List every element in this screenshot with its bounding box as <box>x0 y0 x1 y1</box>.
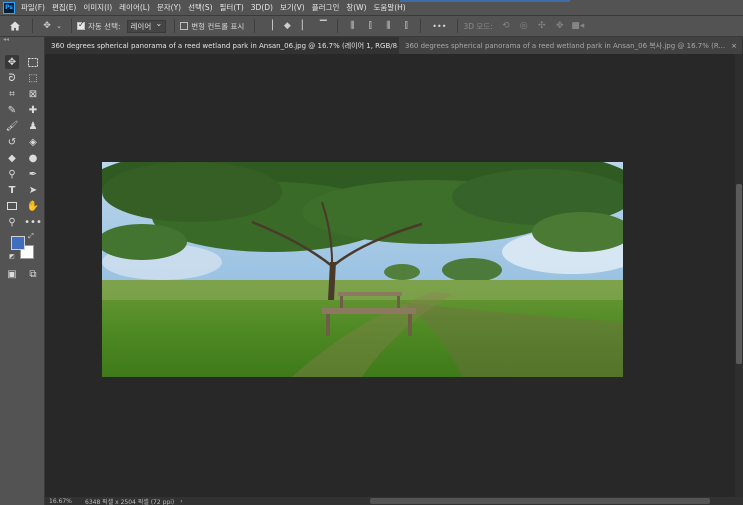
dodge-tool-icon[interactable]: ⚲ <box>5 167 19 181</box>
tab-label: 360 degrees spherical panorama of a reed… <box>51 41 399 50</box>
3d-mode-label: 3D 모드: <box>463 21 493 31</box>
document-tabs: 360 degrees spherical panorama of a reed… <box>45 37 743 54</box>
menu-help[interactable]: 도움말(H) <box>374 2 406 13</box>
scroll-thumb[interactable] <box>736 184 742 364</box>
distribute-right-icon[interactable]: ⫼ <box>383 21 393 31</box>
quick-mask-icon[interactable]: ▣ <box>5 267 19 281</box>
close-icon[interactable]: × <box>731 42 737 50</box>
brush-tool-icon[interactable]: 🖌 <box>5 119 19 133</box>
orbit-3d-icon[interactable]: ⟲ <box>501 21 511 31</box>
rectangle-tool-icon[interactable] <box>5 199 19 213</box>
distribute-vertical-icon[interactable]: ⫿ <box>401 21 411 31</box>
pen-tool-icon[interactable]: ✒ <box>26 167 40 181</box>
photoshop-logo[interactable]: Ps <box>3 1 15 14</box>
menu-type[interactable]: 문자(Y) <box>157 2 181 13</box>
menu-select[interactable]: 선택(S) <box>188 2 212 13</box>
divider <box>254 19 256 33</box>
align-right-icon[interactable]: ▏ <box>300 21 310 31</box>
slide-3d-icon[interactable]: ✥ <box>555 21 565 31</box>
stamp-tool-icon[interactable]: ♟ <box>26 119 40 133</box>
align-left-icon[interactable]: ▕ <box>264 21 274 31</box>
align-top-icon[interactable]: ▔ <box>318 21 328 31</box>
frame-tool-icon[interactable]: ⊠ <box>26 87 40 101</box>
auto-select-checkbox[interactable] <box>77 20 85 30</box>
menu-edit[interactable]: 편집(E) <box>52 2 76 13</box>
divider <box>457 19 459 33</box>
crop-tool-icon[interactable]: ⌗ <box>5 87 19 101</box>
panorama-image[interactable] <box>102 162 623 377</box>
align-hcenter-icon[interactable]: ◆ <box>282 21 292 31</box>
more-options-button[interactable]: ••• <box>432 22 446 31</box>
move-tool-icon[interactable]: ✥ <box>5 55 19 69</box>
horizontal-scrollbar[interactable] <box>370 498 710 504</box>
auto-select-target-dropdown[interactable]: 레이어 <box>126 19 167 33</box>
screen-mode-icon[interactable]: ⧉ <box>26 267 40 281</box>
divider <box>32 19 33 33</box>
auto-select-label: 자동 선택: <box>88 21 121 31</box>
menu-view[interactable]: 보기(V) <box>280 2 305 13</box>
blur-tool-icon[interactable]: ● <box>26 151 40 165</box>
distribute-left-icon[interactable]: ⫼ <box>347 21 357 31</box>
menu-3d[interactable]: 3D(D) <box>251 3 273 12</box>
healing-brush-tool-icon[interactable]: ✚ <box>26 103 40 117</box>
swap-colors-icon[interactable]: ⤢ <box>27 232 35 240</box>
menu-filter[interactable]: 필터(T) <box>220 2 244 13</box>
options-bar: ✥ ⌄ 자동 선택: 레이어 변형 컨트롤 표시 ▕ ◆ ▏ ▔ ⫼ ⫿ ⫼ ⫿… <box>0 15 743 37</box>
divider <box>337 19 339 33</box>
menu-bar: Ps 파일(F) 편집(E) 이미지(I) 레이어(L) 문자(Y) 선택(S)… <box>0 0 743 15</box>
transform-controls-label: 변형 컨트롤 표시 <box>191 21 245 31</box>
menu-layer[interactable]: 레이어(L) <box>119 2 150 13</box>
move-icon[interactable]: ✥ <box>42 21 52 31</box>
object-select-tool-icon[interactable]: ⬚ <box>26 71 40 85</box>
transform-controls-checkbox[interactable] <box>180 22 189 30</box>
eraser-tool-icon[interactable]: ◈ <box>26 135 40 149</box>
status-arrow[interactable]: › <box>180 498 182 505</box>
foreground-color-swatch[interactable] <box>11 236 25 250</box>
chevron-down-icon[interactable]: ⌄ <box>56 21 62 31</box>
marquee-tool-icon[interactable] <box>26 55 40 69</box>
tools-panel: ◂◂ ✥ ᘐ ⬚ ⌗ ⊠ ✎ ✚ 🖌 ♟ ↺ ◈ ◆ ● ⚲ ✒ T ➤ ✋ ⚲… <box>0 37 45 505</box>
menu-image[interactable]: 이미지(I) <box>83 2 112 13</box>
vertical-scrollbar[interactable] <box>735 54 743 497</box>
drag-3d-icon[interactable]: ✣ <box>537 21 547 31</box>
panel-grip[interactable]: ◂◂ <box>0 37 44 43</box>
camera-3d-icon[interactable]: ■◂ <box>571 21 584 31</box>
type-tool-icon[interactable]: T <box>5 183 19 197</box>
hand-tool-icon[interactable]: ✋ <box>26 199 40 213</box>
tab-document-2[interactable]: 360 degrees spherical panorama of a reed… <box>399 37 743 54</box>
menu-plugins[interactable]: 플러그인 <box>312 2 340 13</box>
zoom-level[interactable]: 16.67% <box>45 498 79 505</box>
tab-document-1[interactable]: 360 degrees spherical panorama of a reed… <box>45 37 399 54</box>
default-colors-icon[interactable]: ◩ <box>8 252 16 260</box>
auto-select-target-value: 레이어 <box>130 21 152 31</box>
more-tools-icon[interactable]: ••• <box>24 215 42 229</box>
lasso-tool-icon[interactable]: ᘐ <box>5 71 19 85</box>
zoom-tool-icon[interactable]: ⚲ <box>5 215 19 229</box>
eyedropper-tool-icon[interactable]: ✎ <box>5 103 19 117</box>
home-icon[interactable] <box>10 21 20 31</box>
paint-bucket-tool-icon[interactable]: ◆ <box>5 151 19 165</box>
title-strip <box>400 0 570 2</box>
roll-3d-icon[interactable]: ◎ <box>519 21 529 31</box>
document-info: 6348 픽셀 x 2504 픽셀 (72 ppi) <box>85 498 175 505</box>
history-brush-tool-icon[interactable]: ↺ <box>5 135 19 149</box>
menu-file[interactable]: 파일(F) <box>21 2 45 13</box>
divider <box>420 19 422 33</box>
divider <box>174 19 176 33</box>
distribute-center-icon[interactable]: ⫿ <box>365 21 375 31</box>
path-select-tool-icon[interactable]: ➤ <box>26 183 40 197</box>
menu-window[interactable]: 창(W) <box>346 2 366 13</box>
tab-label: 360 degrees spherical panorama of a reed… <box>405 41 726 50</box>
divider <box>71 19 72 33</box>
